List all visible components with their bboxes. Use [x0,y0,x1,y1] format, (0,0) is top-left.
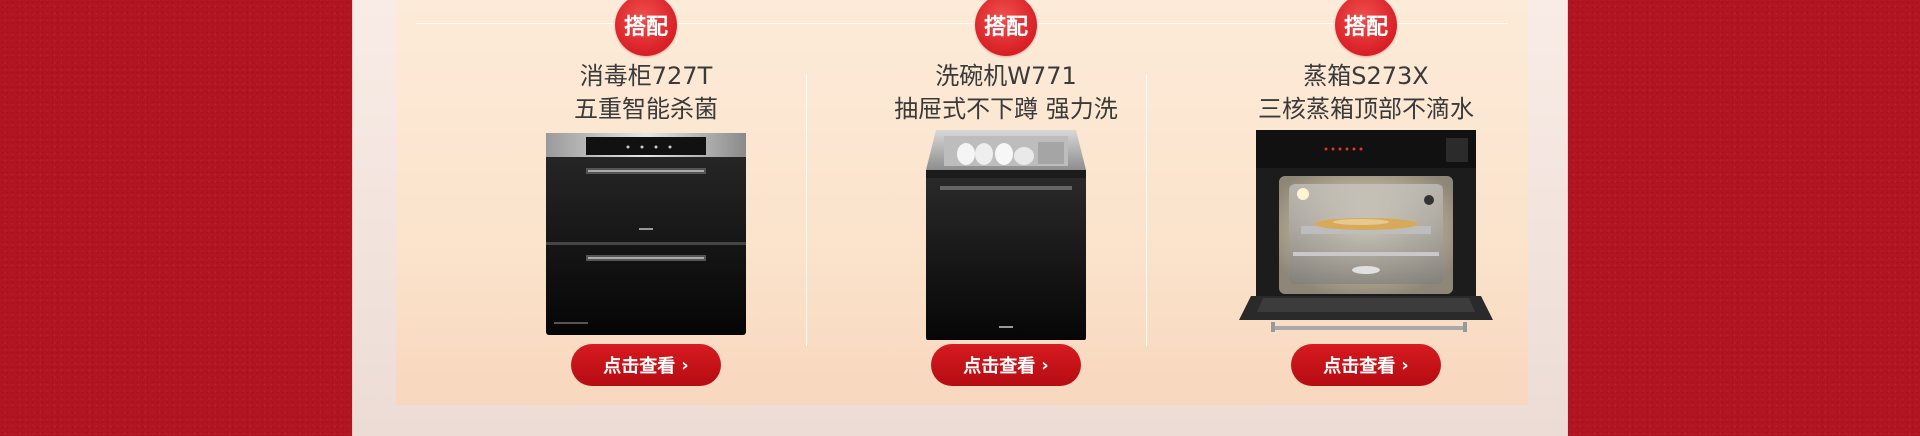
product-subtitle: 五重智能杀菌 [574,95,718,123]
product-title: 洗碗机W771 [935,62,1077,90]
match-badge: 搭配 [975,0,1037,56]
product-title: 消毒柜727T [579,62,713,90]
product-subtitle: 抽屉式不下蹲 强力洗 [894,95,1118,123]
view-details-button[interactable]: 点击查看 › [1291,344,1441,386]
product-card-sterilizer: 搭配 消毒柜727T 五重智能杀菌 点击查看 › [466,0,826,405]
product-subtitle: 三核蒸箱顶部不滴水 [1258,95,1474,123]
chevron-right-icon: › [681,354,689,376]
product-card-dishwasher: 搭配 洗碗机W771 抽屉式不下蹲 强力洗 点击查看 › [826,0,1186,405]
dishwasher-drawer-image[interactable] [914,130,1098,344]
chevron-right-icon: › [1401,354,1409,376]
match-badge: 搭配 [615,0,677,56]
chevron-right-icon: › [1041,354,1049,376]
view-details-button[interactable]: 点击查看 › [931,344,1081,386]
steam-oven-image[interactable] [1231,130,1501,342]
match-badge: 搭配 [1335,0,1397,56]
product-panel: 搭配 消毒柜727T 五重智能杀菌 点击查看 › 搭配 洗碗机W771 抽屉式不… [396,0,1528,405]
product-title: 蒸箱S273X [1303,62,1429,90]
view-details-button[interactable]: 点击查看 › [571,344,721,386]
frame: 搭配 消毒柜727T 五重智能杀菌 点击查看 › 搭配 洗碗机W771 抽屉式不… [352,0,1568,436]
product-card-steam-oven: 搭配 蒸箱S273X 三核蒸箱顶部不滴水 点击查看 › [1186,0,1546,405]
sterilizer-cabinet-image[interactable] [546,130,746,339]
